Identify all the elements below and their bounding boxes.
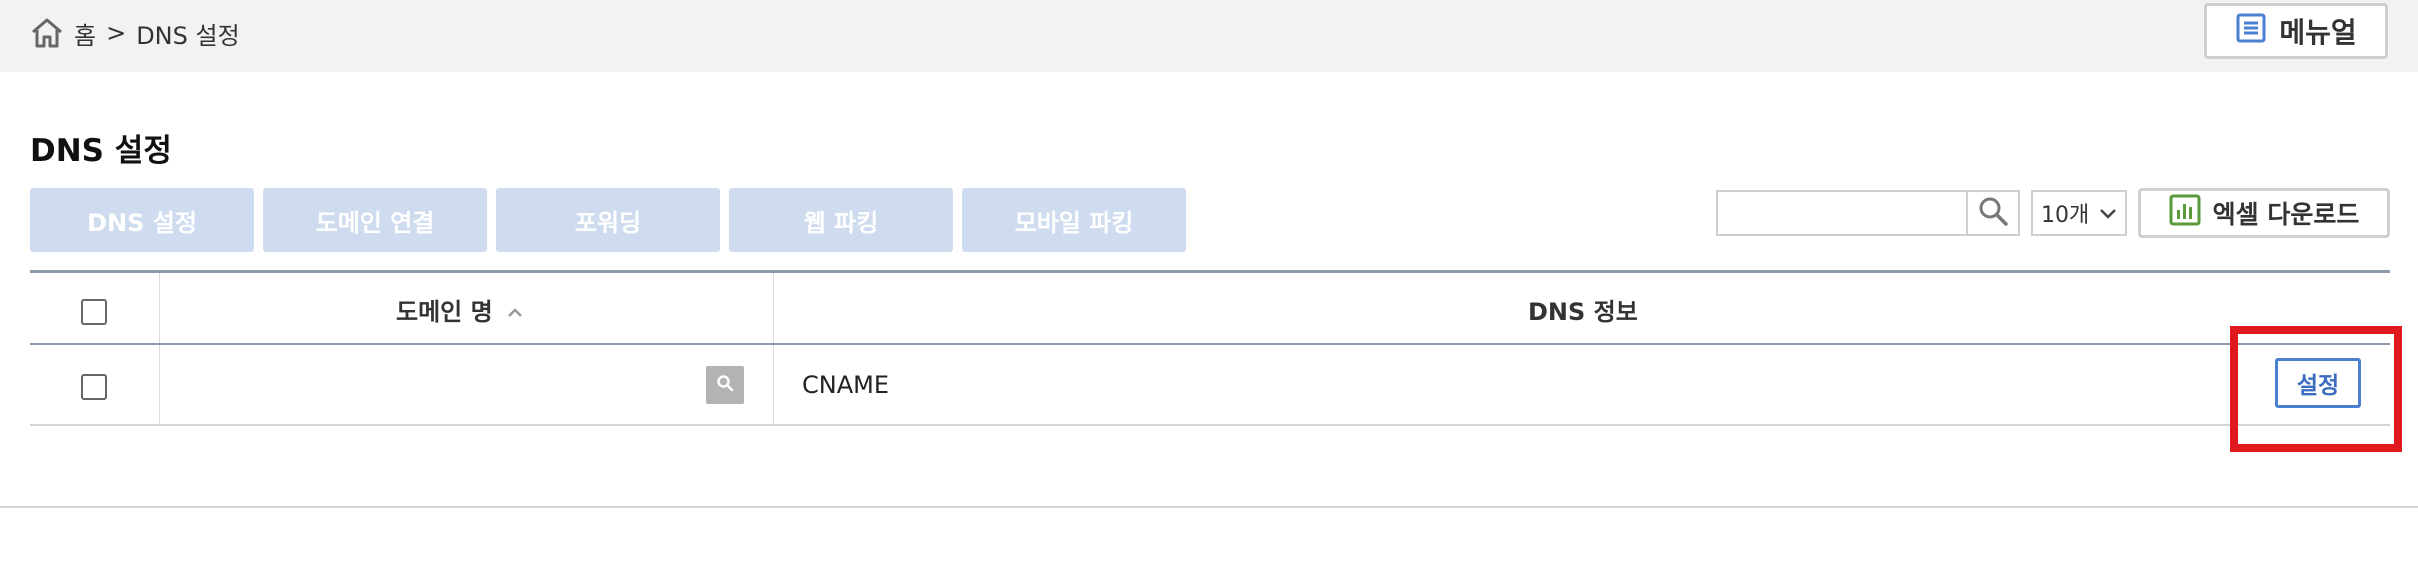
page-size-value: 10개 (2041, 203, 2090, 228)
column-divider (159, 273, 160, 425)
search-icon (716, 374, 734, 396)
header-bottom-border (30, 343, 2390, 345)
column-divider (773, 273, 774, 425)
page-size-select[interactable]: 10개 (2031, 190, 2127, 236)
tab-label: DNS 설정 (87, 208, 197, 237)
manual-button[interactable]: 메뉴얼 (2204, 3, 2388, 59)
tab-label: 모바일 파킹 (1014, 208, 1134, 237)
tab-forwarding[interactable]: 포워딩 (496, 188, 720, 252)
excel-download-label: 엑셀 다운로드 (2212, 200, 2360, 229)
select-all-checkbox[interactable] (81, 299, 107, 325)
tab-label: 웹 파킹 (803, 208, 879, 237)
breadcrumb-separator: > (106, 19, 127, 47)
search-icon (1977, 195, 2009, 231)
page-title: DNS 설정 (30, 133, 172, 169)
row-checkbox[interactable] (81, 374, 107, 400)
tab-label: 포워딩 (574, 208, 642, 237)
tab-dns-settings[interactable]: DNS 설정 (30, 188, 254, 252)
tab-domain-connect[interactable]: 도메인 연결 (263, 188, 487, 252)
row-bottom-border (30, 424, 2390, 426)
breadcrumb-current: DNS 설정 (136, 21, 240, 50)
excel-download-button[interactable]: 엑셀 다운로드 (2138, 188, 2390, 238)
bottom-divider (0, 506, 2418, 508)
top-bar: 홈 > DNS 설정 메뉴얼 (0, 0, 2418, 72)
table-top-border (30, 270, 2390, 273)
home-icon[interactable] (30, 17, 64, 49)
tab-mobile-parking[interactable]: 모바일 파킹 (962, 188, 1186, 252)
tab-web-parking[interactable]: 웹 파킹 (729, 188, 953, 252)
chevron-down-icon (2099, 201, 2117, 226)
column-header-domain[interactable]: 도메인 명 (396, 292, 523, 327)
column-header-label: 도메인 명 (396, 298, 493, 326)
document-icon (2235, 12, 2267, 51)
chevron-up-icon (507, 296, 523, 324)
breadcrumb: 홈 > DNS 설정 (30, 16, 240, 50)
search-button[interactable] (1966, 190, 2020, 236)
column-header-dns-info: DNS 정보 (1528, 292, 1638, 327)
manual-label: 메뉴얼 (2279, 16, 2357, 49)
breadcrumb-home[interactable]: 홈 (74, 16, 96, 51)
column-header-label: DNS 정보 (1528, 298, 1638, 326)
domain-search-button[interactable] (706, 366, 744, 404)
dns-type-cell: CNAME (802, 371, 889, 399)
tab-label: 도메인 연결 (315, 208, 435, 237)
highlight-box (2230, 326, 2402, 452)
chart-icon (2169, 194, 2201, 232)
